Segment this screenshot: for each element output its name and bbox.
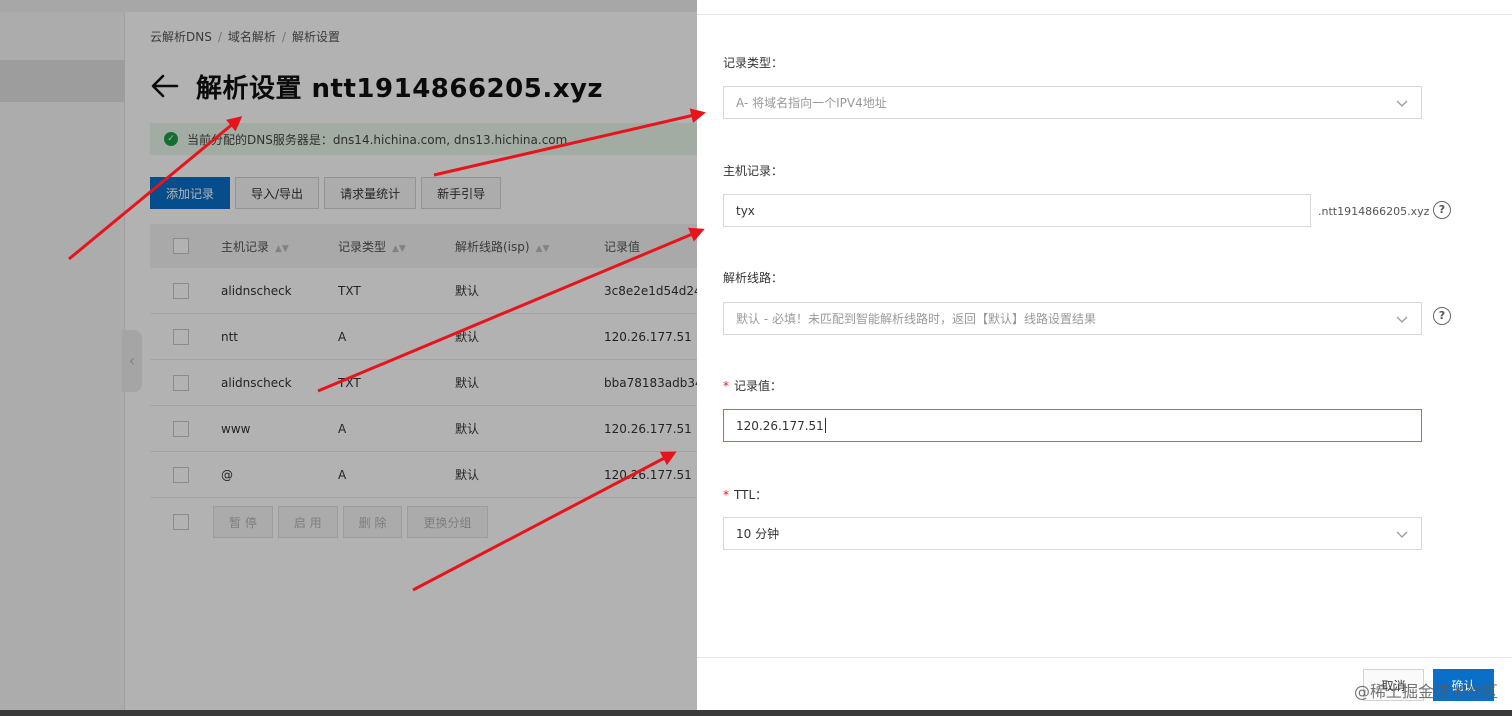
taskbar-strip <box>0 710 1512 716</box>
host-record-label: 主机记录： <box>723 164 784 178</box>
question-icon[interactable]: ? <box>1433 307 1451 325</box>
ttl-label: * TTL： <box>723 486 767 503</box>
host-record-value: tyx <box>736 203 755 218</box>
host-record-input[interactable]: tyx <box>723 194 1311 227</box>
record-type-value: A- 将域名指向一个IPV4地址 <box>736 96 887 110</box>
record-value-input[interactable]: 120.26.177.51 <box>723 409 1422 442</box>
add-record-drawer: 记录类型： A- 将域名指向一个IPV4地址 主机记录： tyx .ntt191… <box>697 0 1512 716</box>
watermark-text: @稀土掘金技术社区 <box>1353 682 1498 701</box>
required-mark: * <box>723 379 729 393</box>
modal-overlay[interactable] <box>0 0 697 716</box>
record-type-select[interactable]: A- 将域名指向一个IPV4地址 <box>723 86 1422 119</box>
drawer-header-divider <box>697 14 1512 15</box>
ttl-label-text: TTL： <box>734 488 768 502</box>
text-caret <box>824 418 826 433</box>
resolve-line-select[interactable]: 默认 - 必填！未匹配到智能解析线路时，返回【默认】线路设置结果 <box>723 302 1422 335</box>
chevron-down-icon <box>1396 316 1408 323</box>
ttl-select[interactable]: 10 分钟 <box>723 517 1422 550</box>
record-value-label: * 记录值： <box>723 377 782 394</box>
question-icon[interactable]: ? <box>1433 201 1451 219</box>
resolve-line-label: 解析线路： <box>723 271 784 285</box>
resolve-line-value: 默认 - 必填！未匹配到智能解析线路时，返回【默认】线路设置结果 <box>736 312 1096 326</box>
background-page: ‹ 云解析DNS / 域名解析 / 解析设置 解析设置 ntt1914866205.xy… <box>0 0 697 716</box>
required-mark: * <box>723 488 729 502</box>
chevron-down-icon <box>1396 100 1408 107</box>
record-value-label-text: 记录值： <box>734 379 783 393</box>
record-value-value: 120.26.177.51 <box>736 418 824 433</box>
chevron-down-icon <box>1396 531 1408 538</box>
domain-suffix: .ntt1914866205.xyz <box>1318 205 1430 218</box>
record-type-label: 记录类型： <box>723 56 784 70</box>
ttl-value: 10 分钟 <box>736 527 780 541</box>
